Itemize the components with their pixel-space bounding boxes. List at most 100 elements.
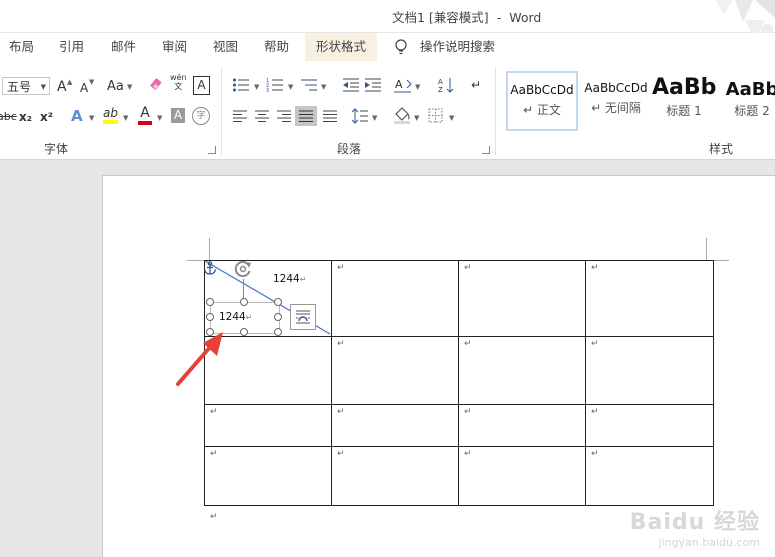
document-name: 文档1 [兼容模式] xyxy=(392,10,489,25)
font-size-select[interactable]: 五号 ▼ xyxy=(2,77,50,95)
svg-text:Z: Z xyxy=(438,86,443,94)
style-name: ↵ 无间隔 xyxy=(591,101,641,115)
resize-handle[interactable] xyxy=(274,328,282,336)
superscript-button[interactable]: x² xyxy=(40,108,53,126)
show-marks-button[interactable]: ↵ xyxy=(471,76,481,94)
eraser-icon[interactable] xyxy=(149,77,165,93)
grow-font-button[interactable]: A xyxy=(57,78,67,96)
chevron-down-icon: ▼ xyxy=(288,83,294,91)
chevron-down-icon: ▼ xyxy=(321,83,327,91)
table-cell[interactable]: ↵ xyxy=(458,260,586,337)
styles-group-label: 样式 xyxy=(709,142,734,156)
table-cell[interactable]: ↵ xyxy=(585,336,714,405)
highlight-button[interactable]: ab xyxy=(103,106,118,124)
distributed-icon[interactable] xyxy=(322,109,338,123)
rotate-handle-icon[interactable] xyxy=(233,259,253,279)
tab-view[interactable]: 视图 xyxy=(205,33,246,61)
table-cell[interactable]: ↵ xyxy=(585,446,714,506)
change-case-button[interactable]: Aa xyxy=(107,78,124,96)
align-center-icon[interactable] xyxy=(254,109,270,123)
layout-options-button[interactable] xyxy=(290,304,316,330)
style-sample: AaBb xyxy=(652,75,717,100)
lightbulb-icon[interactable] xyxy=(394,39,408,57)
textbox-text: 1244↵ xyxy=(273,273,306,285)
style-sample: AaBbCcDd xyxy=(584,81,648,95)
bullets-icon[interactable] xyxy=(232,77,250,93)
enclosed-character-button[interactable]: 字 xyxy=(192,107,210,125)
strikethrough-button[interactable]: abc xyxy=(0,108,17,126)
styles-gallery: AaBbCcDd ↵ 正文 AaBbCcDd ↵ 无间隔 AaBb 标题 1 A… xyxy=(502,67,775,133)
table-cell[interactable]: ↵ xyxy=(331,260,459,337)
table-cell[interactable]: ↵ xyxy=(458,404,586,447)
style-name: ↵ 正文 xyxy=(523,103,561,117)
style-heading-1[interactable]: AaBb 标题 1 xyxy=(652,71,716,131)
text-direction-icon[interactable]: A xyxy=(393,76,413,94)
style-normal[interactable]: AaBbCcDd ↵ 正文 xyxy=(506,71,578,131)
tab-layout[interactable]: 布局 xyxy=(1,33,42,61)
tab-help[interactable]: 帮助 xyxy=(256,33,297,61)
increase-indent-icon[interactable] xyxy=(364,77,382,93)
title-bar: 文档1 [兼容模式] - Word xyxy=(0,0,775,40)
font-size-value: 五号 xyxy=(7,80,32,94)
tab-review[interactable]: 审阅 xyxy=(154,33,195,61)
style-sample: AaBb xyxy=(725,79,775,100)
align-left-icon[interactable] xyxy=(232,109,248,123)
justify-button[interactable] xyxy=(295,106,317,126)
table-cell[interactable]: ↵ xyxy=(331,404,459,447)
cell-mark: ↵ xyxy=(337,339,345,349)
table-cell[interactable]: ↵ xyxy=(204,446,332,506)
tab-tell-me[interactable]: 操作说明搜索 xyxy=(412,33,503,61)
text-effects-button[interactable]: A xyxy=(71,107,83,125)
font-dialog-launcher-icon[interactable] xyxy=(208,146,216,154)
style-heading-2[interactable]: AaBb 标题 2 xyxy=(722,71,775,131)
align-right-icon[interactable] xyxy=(276,109,292,123)
style-sample: AaBbCcDd xyxy=(510,83,574,97)
shrink-arrow-icon: ▼ xyxy=(89,78,95,86)
tab-references[interactable]: 引用 xyxy=(51,33,92,61)
style-no-spacing[interactable]: AaBbCcDd ↵ 无间隔 xyxy=(580,71,652,131)
table-cell[interactable]: ↵ xyxy=(458,336,586,405)
textbox-value: 1244 xyxy=(219,311,246,323)
cell-mark: ↵ xyxy=(591,263,599,273)
table-cell[interactable]: ↵ xyxy=(585,404,714,447)
paragraph-group-label: 段落 xyxy=(337,142,362,156)
anchor-icon xyxy=(203,261,217,275)
resize-handle[interactable] xyxy=(274,313,282,321)
character-shading-button[interactable]: A xyxy=(171,108,185,123)
paragraph-dialog-launcher-icon[interactable] xyxy=(482,146,490,154)
tab-shape-format[interactable]: 形状格式 xyxy=(305,33,378,61)
multilevel-list-icon[interactable] xyxy=(300,77,318,93)
shrink-font-button[interactable]: A xyxy=(80,79,88,97)
table-cell[interactable]: ↵ xyxy=(331,336,459,405)
resize-handle[interactable] xyxy=(206,298,214,306)
chevron-down-icon: ▼ xyxy=(157,114,163,122)
phonetic-guide-button[interactable]: wén 文 xyxy=(170,73,187,91)
font-color-button[interactable]: A xyxy=(138,106,152,125)
sort-icon[interactable]: AZ xyxy=(437,76,455,94)
resize-handle[interactable] xyxy=(274,298,282,306)
group-divider xyxy=(495,67,496,155)
resize-handle[interactable] xyxy=(206,313,214,321)
resize-handle[interactable] xyxy=(240,328,248,336)
title-separator: - xyxy=(496,10,502,25)
cell-mark: ↵ xyxy=(337,449,345,459)
table-cell[interactable]: ↵ xyxy=(204,404,332,447)
table-cell[interactable]: ↵ xyxy=(585,260,714,337)
resize-handle[interactable] xyxy=(240,298,248,306)
subscript-button[interactable]: x₂ xyxy=(19,108,32,126)
shading-icon[interactable] xyxy=(393,106,411,124)
cell-mark: ↵ xyxy=(337,263,345,273)
table-cell[interactable]: ↵ xyxy=(458,446,586,506)
borders-icon[interactable] xyxy=(428,108,443,123)
app-name: Word xyxy=(509,10,542,25)
table-cell[interactable]: ↵ xyxy=(331,446,459,506)
layout-options-icon xyxy=(296,310,310,324)
tab-mailings[interactable]: 邮件 xyxy=(103,33,144,61)
line-spacing-icon[interactable] xyxy=(351,107,369,125)
decrease-indent-icon[interactable] xyxy=(342,77,360,93)
chevron-down-icon: ▼ xyxy=(127,83,133,91)
grow-arrow-icon: ▲ xyxy=(67,78,73,86)
numbering-icon[interactable]: 123 xyxy=(266,77,284,93)
character-border-button[interactable]: A xyxy=(193,76,210,95)
document-page[interactable]: ↵ ↵ ↵ ↵ ↵ ↵ ↵ ↵ ↵ ↵ ↵ ↵ ↵ ↵ ↵ 1244↵ 1244… xyxy=(102,175,775,557)
